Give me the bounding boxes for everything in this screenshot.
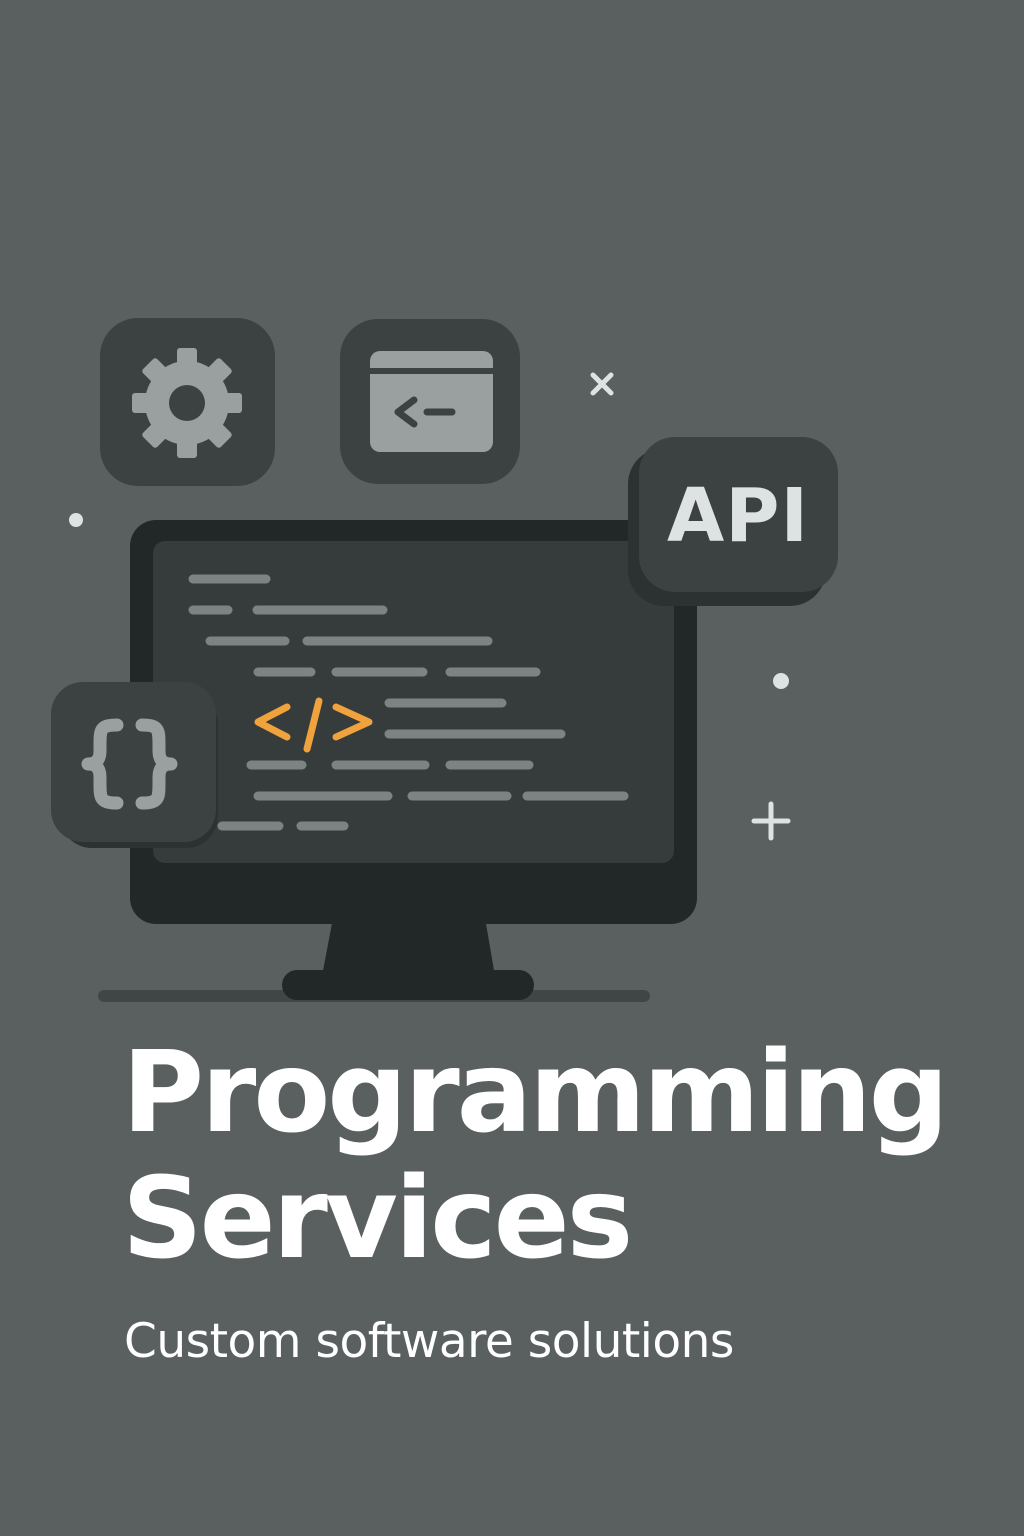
subtitle: Custom software solutions	[124, 1314, 734, 1369]
terminal-window-icon	[370, 351, 493, 452]
plus-icon	[751, 801, 791, 841]
terminal-tile	[340, 319, 520, 484]
sparkle-dot-right	[773, 673, 789, 689]
api-badge: API	[628, 437, 838, 606]
gear-tile	[100, 318, 275, 486]
title-line-2: Services	[122, 1154, 633, 1284]
braces-tile	[51, 682, 218, 848]
monitor-base	[282, 970, 534, 1000]
close-icon	[590, 372, 614, 396]
poster: API Programming Services Custom software…	[0, 0, 1024, 1536]
api-badge-label: API	[667, 473, 809, 559]
hero-illustration: API	[51, 318, 838, 1002]
page-title: Programming Services	[122, 1030, 1002, 1282]
gear-icon	[132, 348, 242, 458]
title-line-1: Programming	[122, 1028, 949, 1158]
monitor-stand	[322, 918, 495, 976]
sparkle-dot-left	[69, 513, 83, 527]
